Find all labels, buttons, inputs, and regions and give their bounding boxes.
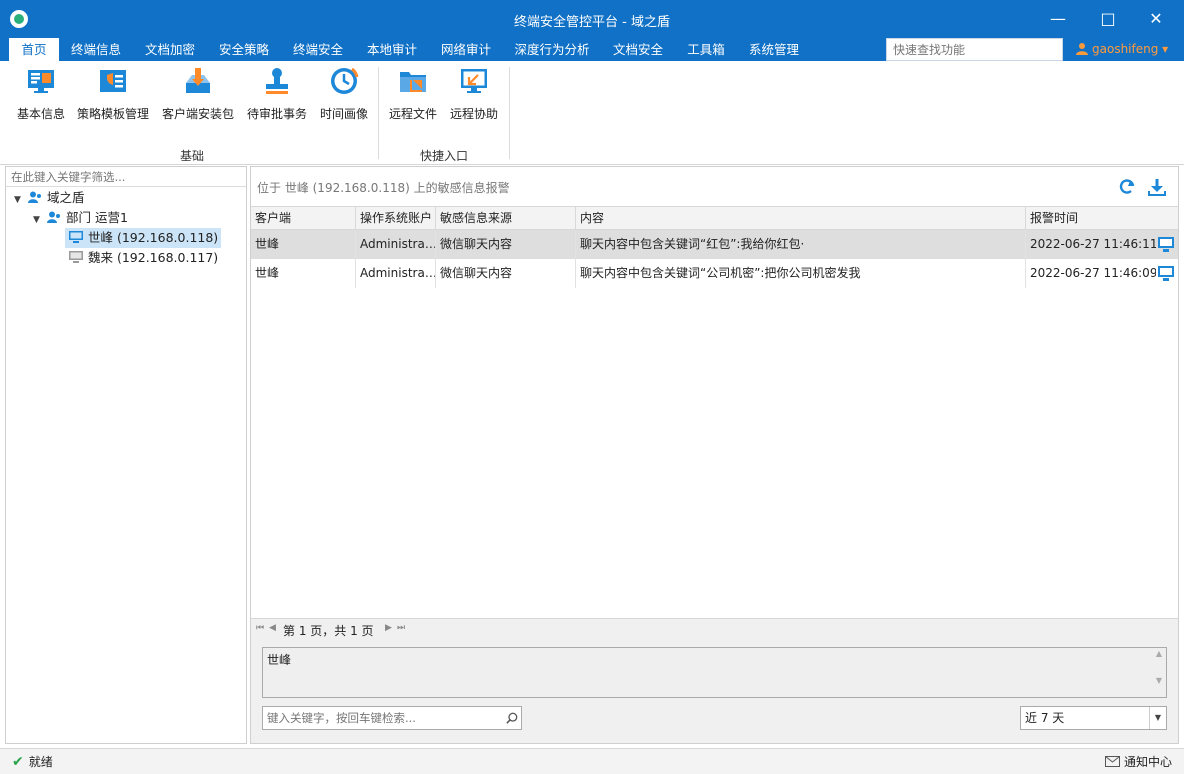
check-icon: ✔ bbox=[12, 754, 24, 770]
group-label-basic: 基础 bbox=[180, 149, 205, 163]
menu-doc-encryption[interactable]: 文档加密 bbox=[136, 38, 204, 61]
collapse-icon[interactable]: ▼ bbox=[33, 210, 43, 230]
remote-assist-button[interactable]: 远程协助 bbox=[446, 65, 502, 125]
column-header-client[interactable]: 客户端 bbox=[251, 207, 356, 229]
mail-icon bbox=[1104, 756, 1120, 767]
policy-template-icon bbox=[100, 70, 126, 92]
time-range-select[interactable]: 近 7 天 ▼ bbox=[1020, 706, 1167, 730]
collapse-icon[interactable]: ▼ bbox=[14, 190, 24, 210]
menu-system-admin[interactable]: 系统管理 bbox=[740, 38, 808, 61]
column-header-content[interactable]: 内容 bbox=[576, 207, 1026, 229]
page-indicator: 第 1 页，共 1 页 bbox=[283, 624, 374, 638]
status-bar: ✔ 就绪 通知中心 bbox=[0, 748, 1184, 774]
installer-package-icon bbox=[186, 68, 210, 93]
menu-behavior-analysis[interactable]: 深度行为分析 bbox=[506, 38, 598, 61]
time-portrait-button[interactable]: 时间画像 bbox=[316, 65, 372, 125]
minimize-button[interactable]: — bbox=[1041, 6, 1075, 32]
menu-network-audit[interactable]: 网络审计 bbox=[432, 38, 500, 61]
user-name: gaoshifeng ▾ bbox=[1092, 42, 1169, 56]
ribbon-divider bbox=[378, 67, 379, 159]
table-row[interactable]: 世峰 Administra… 微信聊天内容 聊天内容中包含关键词“公司机密”:把… bbox=[251, 259, 1178, 288]
menu-bar: 首页 终端信息 文档加密 安全策略 终端安全 本地审计 网络审计 深度行为分析 … bbox=[0, 38, 1184, 61]
window-title: 终端安全管控平台 - 域之盾 bbox=[514, 15, 670, 30]
menu-local-audit[interactable]: 本地审计 bbox=[358, 38, 426, 61]
device-tree-panel: ▼ 域之盾 ▼ 部门 运营1 世峰 (192.168.0.118) 魏来 (19… bbox=[5, 166, 247, 744]
quick-search-input[interactable] bbox=[886, 38, 1063, 61]
first-page-icon[interactable]: ⏮ bbox=[256, 623, 264, 633]
group-label-shortcuts: 快捷入口 bbox=[420, 149, 469, 163]
group-icon bbox=[46, 211, 60, 223]
pending-approval-button[interactable]: 待审批事务 bbox=[244, 65, 310, 125]
menu-home[interactable]: 首页 bbox=[9, 38, 59, 61]
monitor-info-icon bbox=[28, 70, 54, 93]
column-header-os-account[interactable]: 操作系统账户 bbox=[356, 207, 436, 229]
user-icon bbox=[1076, 43, 1088, 55]
detail-textbox[interactable]: 世峰 ▲ ▼ bbox=[262, 647, 1167, 698]
detail-scrollbar[interactable]: ▲ ▼ bbox=[1153, 649, 1165, 696]
table-row[interactable]: 世峰 Administra… 微信聊天内容 聊天内容中包含关键词“红包”:我给你… bbox=[251, 230, 1178, 259]
column-header-source[interactable]: 敏感信息来源 bbox=[436, 207, 576, 229]
computer-offline-icon bbox=[69, 251, 83, 263]
menu-toolbox[interactable]: 工具箱 bbox=[678, 38, 734, 61]
pager: ⏮ ◀ 第 1 页，共 1 页 ▶ ⏭ bbox=[251, 618, 1178, 640]
ribbon-divider bbox=[509, 67, 510, 159]
menu-doc-security[interactable]: 文档安全 bbox=[604, 38, 672, 61]
refresh-icon[interactable] bbox=[1117, 177, 1137, 197]
remote-view-icon[interactable] bbox=[1158, 266, 1174, 281]
computer-online-icon bbox=[69, 231, 83, 243]
menu-security-policy[interactable]: 安全策略 bbox=[210, 38, 278, 61]
tree-node-computer-selected[interactable]: 世峰 (192.168.0.118) bbox=[65, 228, 222, 248]
user-menu[interactable]: gaoshifeng ▾ bbox=[1076, 38, 1168, 61]
download-icon[interactable] bbox=[1147, 177, 1167, 197]
status-ready: ✔ 就绪 bbox=[12, 754, 53, 770]
group-icon bbox=[27, 191, 41, 203]
clock-icon bbox=[331, 67, 359, 94]
tree-node-dept[interactable]: ▼ 部门 运营1 bbox=[33, 208, 128, 228]
keyword-search-input[interactable] bbox=[262, 706, 504, 730]
prev-page-icon[interactable]: ◀ bbox=[269, 623, 276, 633]
alert-panel: 位于 世峰 (192.168.0.118) 上的敏感信息报警 客户端 操作系统账… bbox=[250, 166, 1179, 744]
title-bar: 终端安全管控平台 - 域之盾 — □ ✕ bbox=[0, 0, 1184, 38]
maximize-button[interactable]: □ bbox=[1091, 6, 1125, 32]
approval-stamp-icon bbox=[266, 68, 288, 94]
tree-node-computer[interactable]: 魏来 (192.168.0.117) bbox=[69, 248, 218, 268]
search-button[interactable] bbox=[503, 706, 522, 730]
basic-info-button[interactable]: 基本信息 bbox=[12, 65, 70, 125]
detail-area: 世峰 ▲▼ 近 7 天 ▼ bbox=[251, 640, 1178, 743]
location-caption: 位于 世峰 (192.168.0.118) 上的敏感信息报警 bbox=[257, 181, 510, 195]
remote-file-button[interactable]: 远程文件 bbox=[386, 65, 440, 125]
tree-node-root[interactable]: ▼ 域之盾 bbox=[14, 188, 85, 208]
chevron-down-icon[interactable]: ▼ bbox=[1149, 707, 1166, 729]
search-icon bbox=[506, 712, 518, 724]
ribbon: 基本信息 策略模板管理 客户端安装包 待审批事务 时间画像 基础 远程文件 远程… bbox=[0, 61, 1184, 165]
remote-folder-icon bbox=[400, 72, 426, 92]
remote-monitor-icon bbox=[461, 69, 487, 93]
last-page-icon[interactable]: ⏭ bbox=[397, 623, 405, 633]
menu-terminal-security[interactable]: 终端安全 bbox=[284, 38, 352, 61]
policy-template-button[interactable]: 策略模板管理 bbox=[74, 65, 152, 125]
next-page-icon[interactable]: ▶ bbox=[385, 623, 392, 633]
notification-center-button[interactable]: 通知中心 bbox=[1104, 753, 1172, 770]
client-installer-button[interactable]: 客户端安装包 bbox=[160, 65, 236, 125]
remote-view-icon[interactable] bbox=[1158, 237, 1174, 252]
column-header-time[interactable]: 报警时间 bbox=[1026, 207, 1178, 229]
close-button[interactable]: ✕ bbox=[1139, 6, 1173, 32]
tree-filter-input[interactable] bbox=[6, 167, 246, 187]
menu-terminal-info[interactable]: 终端信息 bbox=[62, 38, 130, 61]
grid-header: 客户端 操作系统账户 敏感信息来源 内容 报警时间 bbox=[251, 206, 1178, 230]
